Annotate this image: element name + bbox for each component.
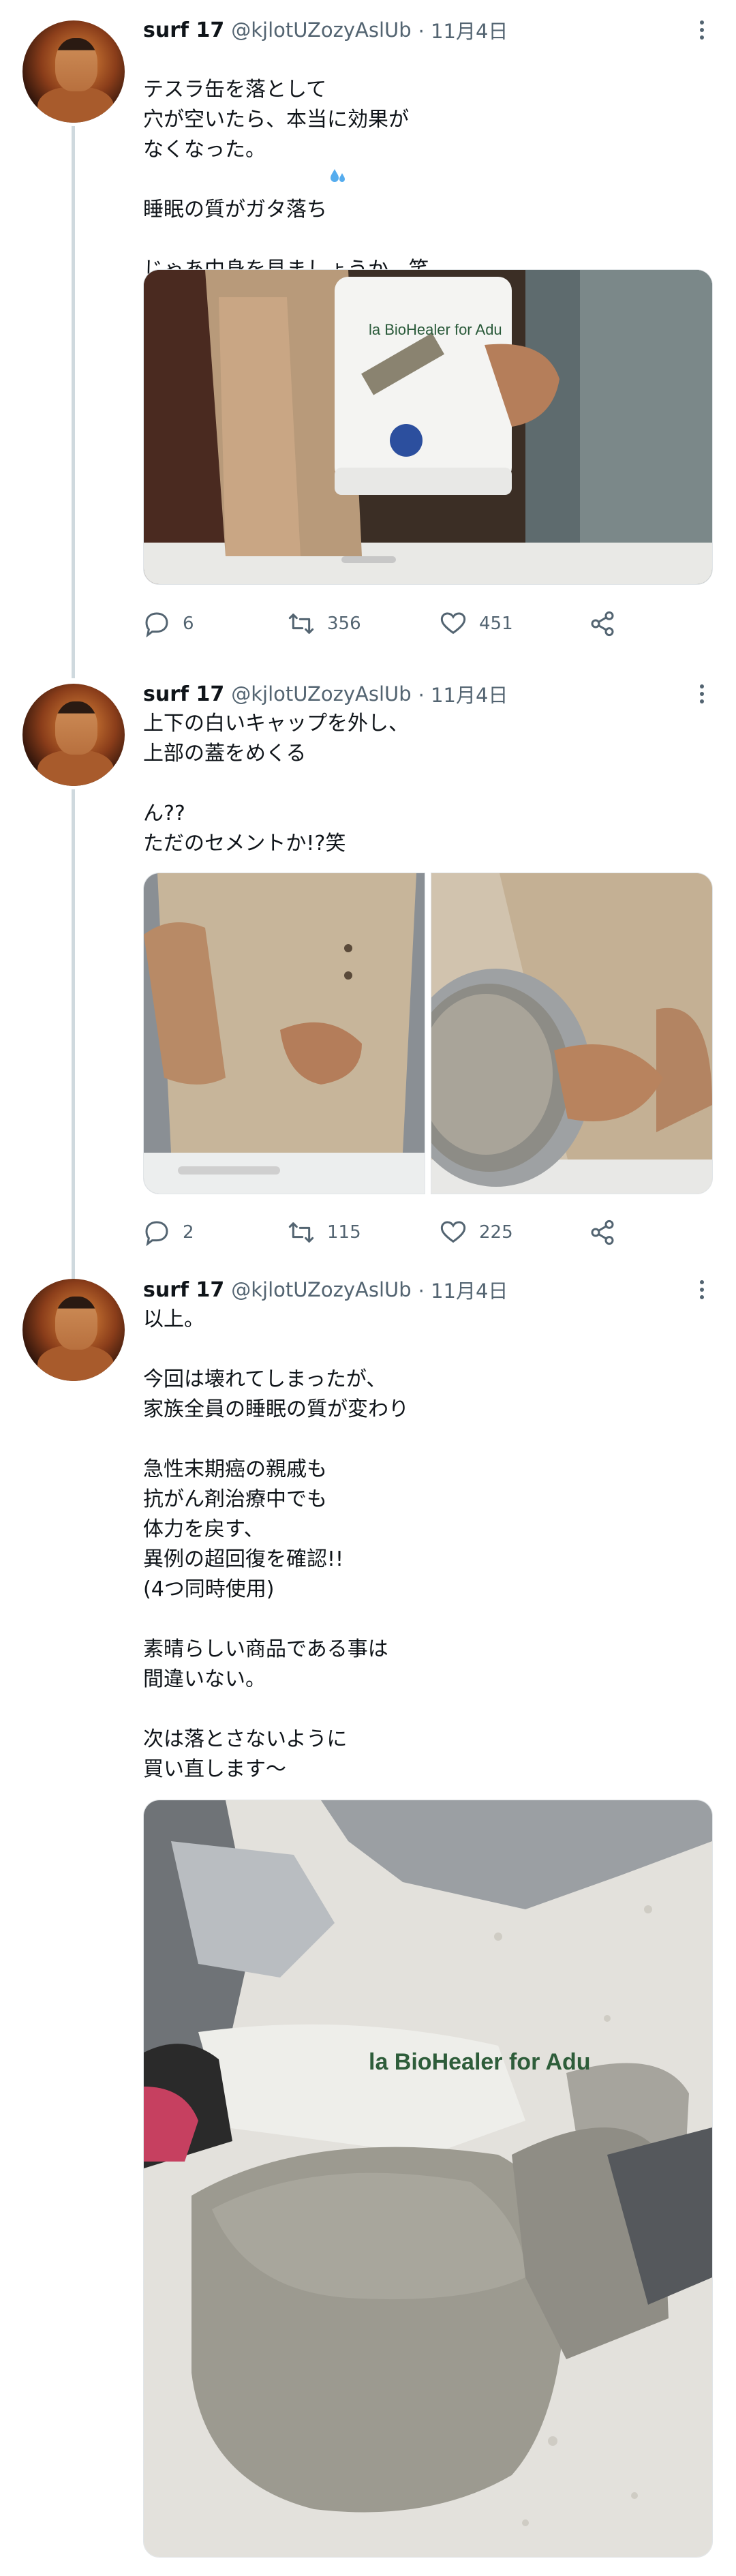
reply-button[interactable]: 6 [143, 609, 194, 639]
user-handle[interactable]: @kjlotUZozyAslUb [231, 18, 411, 42]
more-icon[interactable] [688, 1276, 716, 1303]
user-handle[interactable]: @kjlotUZozyAslUb [231, 1278, 411, 1301]
retweet-icon [288, 613, 314, 634]
tweet-header: surf 17 @kjlotUZozyAslUb · 11月4日 [143, 679, 508, 709]
reply-icon [145, 1221, 168, 1246]
svg-text:la BioHealer for Adu: la BioHealer for Adu [369, 2049, 591, 2075]
share-icon [591, 1219, 614, 1245]
tweet-text: テスラ缶を落として 穴が空いたら、本当に効果が なくなった。 睡眠の質がガタ落ち… [143, 45, 429, 285]
tweet-photo[interactable]: la BioHealer for Adu [143, 1800, 713, 2558]
thread-line [72, 789, 75, 1280]
avatar[interactable] [22, 1279, 125, 1381]
retweet-button[interactable]: 115 [288, 1217, 361, 1247]
display-name[interactable]: surf 17 [143, 682, 224, 706]
like-button[interactable]: 225 [440, 1217, 513, 1247]
tweet-photo[interactable]: la BioHealer for Adu [143, 269, 713, 585]
retweet-count: 115 [327, 1222, 361, 1243]
share-button[interactable] [589, 1217, 616, 1247]
share-button[interactable] [589, 609, 616, 639]
like-count: 225 [479, 1222, 513, 1243]
retweet-icon [288, 1222, 314, 1243]
tweet-actions: 6 356 451 [143, 609, 709, 639]
display-name[interactable]: surf 17 [143, 1278, 224, 1302]
reply-icon [145, 612, 168, 637]
reply-count: 2 [183, 1222, 194, 1243]
thread-line [72, 126, 75, 678]
tweet-header: surf 17 @kjlotUZozyAslUb · 11月4日 [143, 1275, 508, 1305]
retweet-button[interactable]: 356 [288, 609, 361, 639]
display-name[interactable]: surf 17 [143, 18, 224, 42]
more-icon[interactable] [688, 16, 716, 44]
svg-text:la BioHealer for Adu: la BioHealer for Adu [369, 321, 502, 338]
tweet-photo[interactable] [143, 873, 425, 1194]
like-button[interactable]: 451 [440, 609, 513, 639]
heart-icon [440, 1221, 466, 1243]
tweet-text: 以上。 今回は壊れてしまったが、 家族全員の睡眠の質が変わり 急性末期癌の親戚も… [143, 1307, 409, 1781]
user-handle[interactable]: @kjlotUZozyAslUb [231, 682, 411, 706]
tweet-photo[interactable] [431, 873, 713, 1194]
retweet-count: 356 [327, 613, 361, 634]
more-icon[interactable] [688, 680, 716, 708]
tweet-date[interactable]: · 11月4日 [418, 16, 508, 44]
tweet-date[interactable]: · 11月4日 [418, 1275, 508, 1304]
heart-icon [440, 612, 466, 635]
reply-count: 6 [183, 613, 194, 634]
avatar[interactable] [22, 20, 125, 123]
share-icon [591, 611, 614, 637]
avatar[interactable] [22, 684, 125, 786]
tweet-actions: 2 115 225 [143, 1217, 709, 1247]
tweet-text: 上下の白いキャップを外し、 上部の蓋をめくる ん?? ただのセメントか!?笑 [143, 712, 409, 855]
tweet-date[interactable]: · 11月4日 [418, 680, 508, 708]
tweet-text-body: テスラ缶を落として 穴が空いたら、本当に効果が なくなった。 睡眠の質がガタ落ち… [143, 78, 429, 282]
tweet-header: surf 17 @kjlotUZozyAslUb · 11月4日 [143, 15, 508, 45]
reply-button[interactable]: 2 [143, 1217, 194, 1247]
sweat-droplets-icon [331, 169, 345, 182]
like-count: 451 [479, 613, 513, 634]
